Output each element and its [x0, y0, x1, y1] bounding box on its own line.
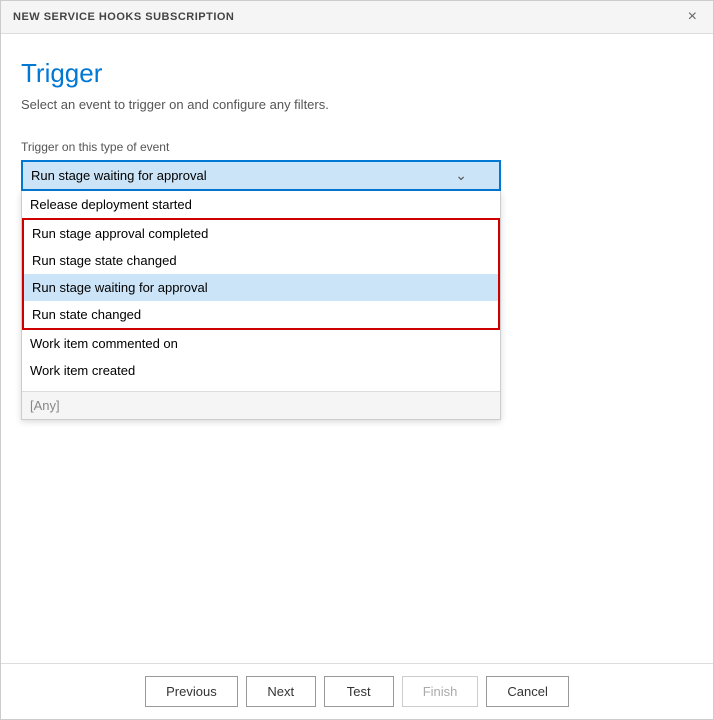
page-title: Trigger	[21, 58, 693, 89]
dropdown-item-work-item-commented-on[interactable]: Work item commented on	[22, 330, 500, 357]
trigger-dropdown-arrow-icon: ⌄	[455, 167, 467, 184]
close-button[interactable]: ×	[684, 9, 701, 25]
dropdown-item-run-stage-waiting-for-approval[interactable]: Run stage waiting for approval	[24, 274, 498, 301]
cancel-button[interactable]: Cancel	[486, 676, 568, 707]
trigger-dropdown-list: Release deployment started Run stage app…	[21, 191, 501, 420]
trigger-dropdown-container: Run stage waiting for approval ⌄ Release…	[21, 160, 501, 191]
trigger-selected-value: Run stage waiting for approval	[31, 168, 207, 183]
trigger-dropdown-selected[interactable]: Run stage waiting for approval ⌄	[21, 160, 501, 191]
dialog-footer: Previous Next Test Finish Cancel	[1, 663, 713, 719]
next-button[interactable]: Next	[246, 676, 316, 707]
dialog-header: NEW SERVICE HOOKS SUBSCRIPTION ×	[1, 1, 713, 34]
dropdown-item-work-item-created[interactable]: Work item created	[22, 357, 500, 384]
trigger-any-label: [Any]	[22, 391, 500, 419]
dropdown-item-run-stage-state-changed[interactable]: Run stage state changed	[24, 247, 498, 274]
trigger-field-label: Trigger on this type of event	[21, 140, 693, 154]
dialog-body: Trigger Select an event to trigger on an…	[1, 34, 713, 663]
dropdown-item-run-stage-approval-completed[interactable]: Run stage approval completed	[24, 220, 498, 247]
test-button[interactable]: Test	[324, 676, 394, 707]
previous-button[interactable]: Previous	[145, 676, 238, 707]
dropdown-item-work-item-deleted[interactable]: Work item deleted	[22, 384, 500, 391]
red-outline-group: Run stage approval completed Run stage s…	[22, 218, 500, 330]
finish-button[interactable]: Finish	[402, 676, 479, 707]
page-subtitle: Select an event to trigger on and config…	[21, 97, 693, 112]
dropdown-item-release-deployment-started[interactable]: Release deployment started	[22, 191, 500, 218]
dialog: NEW SERVICE HOOKS SUBSCRIPTION × Trigger…	[0, 0, 714, 720]
dialog-title: NEW SERVICE HOOKS SUBSCRIPTION	[13, 11, 234, 23]
dropdown-item-run-state-changed[interactable]: Run state changed	[24, 301, 498, 328]
trigger-dropdown-scrollable[interactable]: Release deployment started Run stage app…	[22, 191, 500, 391]
